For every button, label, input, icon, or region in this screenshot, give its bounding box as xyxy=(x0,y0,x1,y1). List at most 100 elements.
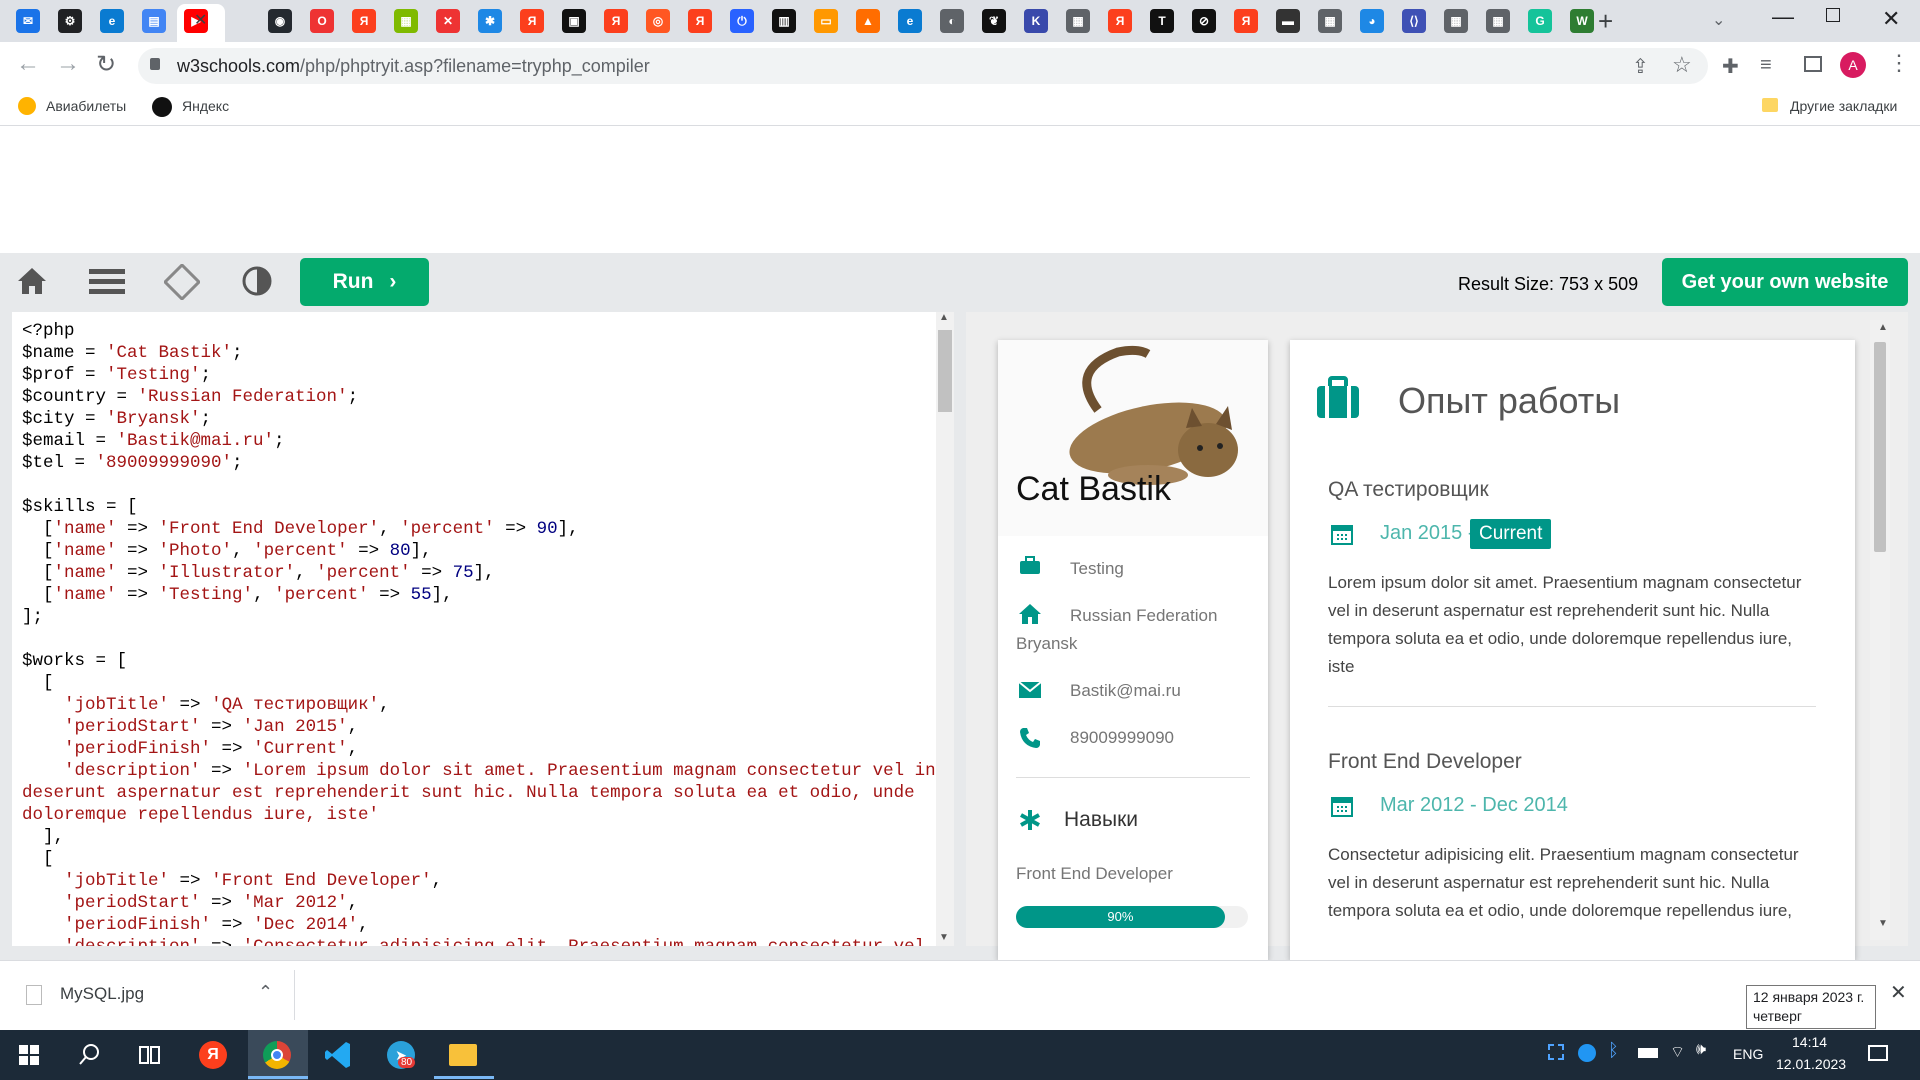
extensions-icon[interactable]: ✚ xyxy=(1722,54,1739,79)
bluetooth-icon[interactable]: ᛒ xyxy=(1608,1040,1619,1061)
scroll-up-arrow[interactable]: ▲ xyxy=(939,312,949,323)
ban-icon[interactable]: ⊘ xyxy=(1192,9,1216,33)
code-editor[interactable]: <?php $name = 'Cat Bastik'; $prof = 'Testi… xyxy=(12,312,954,946)
leaf-icon[interactable]: ❦ xyxy=(982,9,1006,33)
profile-avatar[interactable]: A xyxy=(1840,52,1866,78)
run-button[interactable]: Run › xyxy=(300,258,429,306)
code-icon[interactable]: ⟨⟩ xyxy=(1402,9,1426,33)
file-explorer-icon[interactable] xyxy=(444,1036,482,1074)
yandex-icon[interactable]: Я xyxy=(604,9,628,33)
globe-icon[interactable]: ◐ xyxy=(940,9,964,33)
yandex-disk-icon[interactable] xyxy=(1578,1044,1596,1062)
opera-icon[interactable]: O xyxy=(310,9,334,33)
bookmark-yandex[interactable]: Яндекс xyxy=(182,96,229,116)
profession: Testing xyxy=(1070,559,1124,578)
notifications-icon[interactable] xyxy=(1868,1045,1888,1061)
yandex-icon[interactable]: Я xyxy=(352,9,376,33)
search-icon[interactable] xyxy=(70,1036,108,1074)
get-website-button[interactable]: Get your own website xyxy=(1662,258,1908,306)
yandex-icon[interactable]: Я xyxy=(688,9,712,33)
forward-icon[interactable]: → xyxy=(56,50,80,78)
rotate-layout-icon[interactable] xyxy=(164,264,200,300)
search-circle-icon[interactable]: ◎ xyxy=(646,9,670,33)
home-icon[interactable] xyxy=(16,266,48,296)
reload-icon[interactable]: ↻ xyxy=(96,50,116,79)
microsoft-icon[interactable]: ▦ xyxy=(394,9,418,33)
scroll-up-arrow[interactable]: ▲ xyxy=(1878,322,1888,333)
code-line: [ xyxy=(22,849,54,869)
reading-list-icon[interactable]: ≡ xyxy=(1760,54,1772,77)
power-icon[interactable]: ⏻ xyxy=(730,9,754,33)
sidepanel-icon[interactable] xyxy=(1804,56,1822,72)
yandex-icon[interactable]: Я xyxy=(1234,9,1258,33)
text-icon[interactable]: T xyxy=(1150,9,1174,33)
maximize-button[interactable] xyxy=(1826,8,1840,22)
grammarly-icon[interactable]: G xyxy=(1528,9,1552,33)
minimize-button[interactable]: — xyxy=(1772,4,1794,30)
app-icon[interactable]: ✱ xyxy=(478,9,502,33)
yandex-browser-icon[interactable]: Я xyxy=(194,1036,232,1074)
chevron-up-icon[interactable]: ⌃ xyxy=(258,982,273,1003)
slides-icon[interactable]: ▭ xyxy=(814,9,838,33)
screen-icon[interactable]: ▬ xyxy=(1276,9,1300,33)
share-icon[interactable]: ⇪ xyxy=(1632,54,1649,79)
grid-icon[interactable]: ▦ xyxy=(1486,9,1510,33)
grid-icon[interactable]: ▦ xyxy=(1444,9,1468,33)
code-line: $email = 'Bastik@mai.ru'; xyxy=(22,431,285,451)
explorer-underline xyxy=(434,1076,494,1079)
volume-icon[interactable]: 🕪 xyxy=(1696,1041,1706,1059)
wifi-icon[interactable]: ⌔ xyxy=(1670,1042,1685,1062)
close-window-button[interactable]: ✕ xyxy=(1882,6,1900,32)
edge-icon[interactable]: e xyxy=(898,9,922,33)
openai-icon[interactable]: ⚙ xyxy=(58,9,82,33)
mail-icon[interactable]: ✉ xyxy=(16,9,40,33)
lock-icon[interactable] xyxy=(150,58,160,70)
scroll-down-arrow[interactable]: ▼ xyxy=(939,932,949,943)
language-indicator[interactable]: ENG xyxy=(1733,1046,1763,1062)
menu-lines-icon[interactable] xyxy=(89,266,125,296)
chrome-icon[interactable] xyxy=(258,1036,296,1074)
grid-icon[interactable]: ▦ xyxy=(1066,9,1090,33)
job-divider xyxy=(1328,706,1816,707)
close-tab-icon[interactable]: ✕ xyxy=(194,10,207,30)
w-icon[interactable]: W xyxy=(1570,9,1594,33)
new-tab-button[interactable]: + xyxy=(1598,6,1613,37)
vscode-icon[interactable] xyxy=(320,1036,358,1074)
screen-snip-icon[interactable] xyxy=(1548,1044,1564,1060)
yandex-icon[interactable]: Я xyxy=(520,9,544,33)
task-view-icon[interactable] xyxy=(130,1036,168,1074)
code-text[interactable]: <?php $name = 'Cat Bastik'; $prof = 'Testi… xyxy=(22,320,936,946)
menu-icon[interactable]: ⋮ xyxy=(1888,50,1910,76)
globe-icon[interactable]: ◕ xyxy=(1360,9,1384,33)
telegram-icon[interactable]: ➤ xyxy=(382,1036,420,1074)
grid-icon[interactable]: ▲ xyxy=(856,9,880,33)
star-icon[interactable]: ☆ xyxy=(1672,52,1692,78)
back-icon[interactable]: ← xyxy=(16,50,40,78)
kotlin-icon[interactable]: K xyxy=(1024,9,1048,33)
url-text[interactable]: w3schools.com/php/phptryit.asp?filename=… xyxy=(177,55,650,77)
contrast-icon[interactable] xyxy=(242,266,272,296)
terminal-icon[interactable]: ▣ xyxy=(562,9,586,33)
github-icon[interactable]: ◉ xyxy=(268,9,292,33)
result-scroll-thumb[interactable] xyxy=(1874,342,1886,552)
skills-title: Навыки xyxy=(1064,808,1139,831)
other-bookmarks[interactable]: Другие закладки xyxy=(1790,96,1897,116)
code-line: ['name' => 'Front End Developer', 'perce… xyxy=(22,519,579,539)
close-downloads-icon[interactable]: ✕ xyxy=(1890,980,1907,1005)
clock-date[interactable]: 12.01.2023 xyxy=(1776,1056,1846,1072)
download-file[interactable]: MySQL.jpg xyxy=(60,984,144,1004)
docs-icon[interactable]: ▤ xyxy=(142,9,166,33)
bookmark-aviabilety[interactable]: Авиабилеты xyxy=(46,96,126,116)
battery-icon[interactable] xyxy=(1638,1048,1658,1058)
edge-icon[interactable]: e xyxy=(100,9,124,33)
code-line: $city = 'Bryansk'; xyxy=(22,409,212,429)
yandex-icon[interactable]: Я xyxy=(1108,9,1132,33)
grid-icon[interactable]: ▦ xyxy=(1318,9,1342,33)
dictionary-icon[interactable]: ▥ xyxy=(772,9,796,33)
scroll-down-arrow[interactable]: ▼ xyxy=(1878,918,1888,929)
windows-start-icon[interactable] xyxy=(10,1036,48,1074)
tab-search-icon[interactable]: ⌄ xyxy=(1712,10,1725,30)
clock-time[interactable]: 14:14 xyxy=(1792,1034,1827,1050)
editor-scroll-thumb[interactable] xyxy=(938,330,952,412)
duo-icon[interactable]: ✕ xyxy=(436,9,460,33)
